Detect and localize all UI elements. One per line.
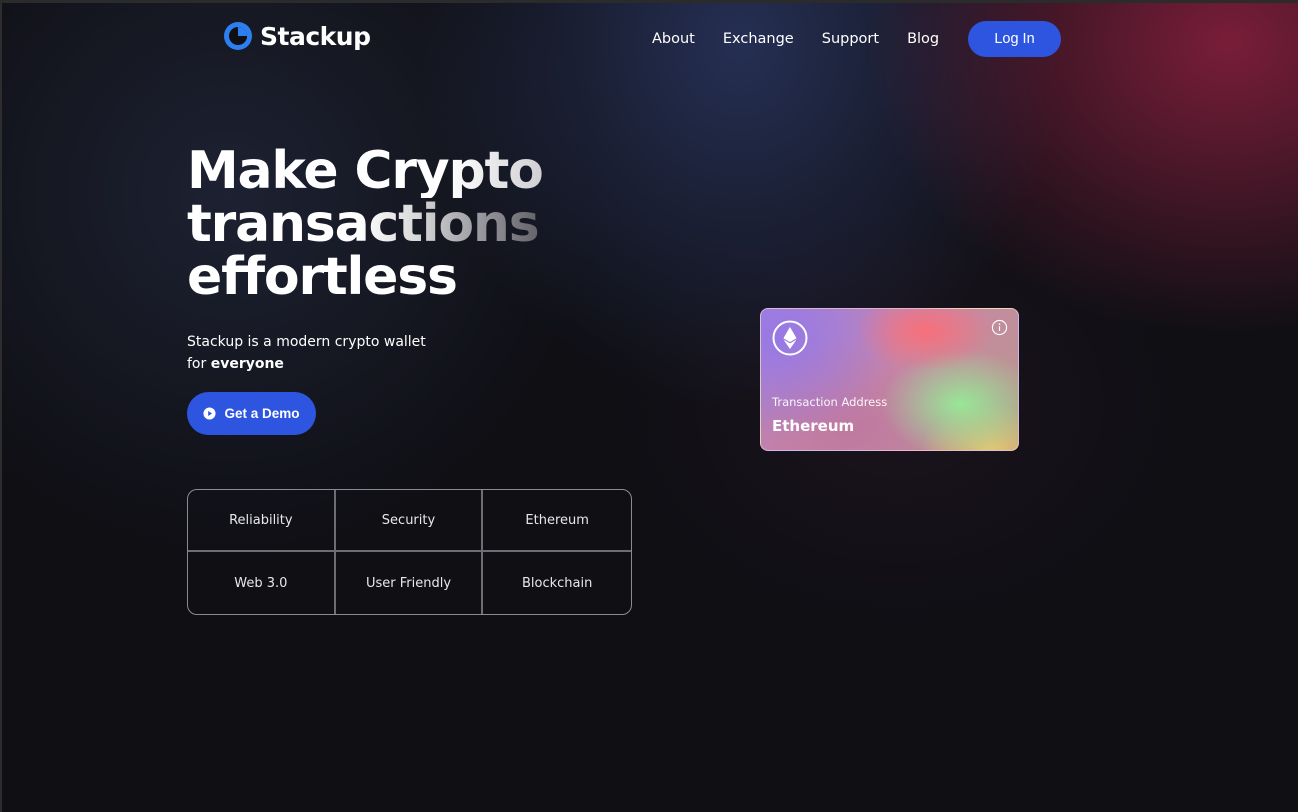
hero-headline: Make Crypto transactions effortless — [187, 141, 544, 307]
feature-ethereum: Ethereum — [483, 490, 631, 552]
nav-link-blog[interactable]: Blog — [907, 29, 939, 49]
hero-headline-line-2: transactions — [187, 198, 543, 251]
main-nav: About Exchange Support Blog — [652, 29, 939, 49]
play-circle-icon — [203, 407, 217, 420]
feature-web3: Web 3.0 — [188, 552, 336, 614]
hero-headline-line-1: Make Crypto — [187, 141, 544, 201]
ethereum-icon — [772, 320, 808, 356]
nav-link-exchange[interactable]: Exchange — [723, 29, 794, 49]
hero-subtitle-line-1: Stackup is a modern crypto wallet — [187, 334, 426, 350]
login-button[interactable]: Log In — [968, 21, 1061, 57]
hero-subtitle-emphasis: everyone — [210, 356, 284, 372]
feature-user-friendly: User Friendly — [336, 552, 484, 614]
nav-link-about[interactable]: About — [652, 29, 695, 49]
card-label: Transaction Address — [772, 395, 888, 409]
hero-subtitle: Stackup is a modern crypto wallet for ev… — [187, 331, 426, 375]
feature-blockchain: Blockchain — [521, 575, 593, 591]
stackup-logo-icon — [224, 22, 252, 50]
feature-security: Security — [335, 490, 484, 552]
brand-logo[interactable]: Stackup — [222, 20, 371, 52]
get-demo-button[interactable]: Get a Demo — [187, 392, 316, 435]
brand-name: Stackup — [260, 21, 371, 51]
hero-headline-line-3: effortless — [187, 247, 458, 307]
feature-reliability: Reliability — [188, 490, 336, 552]
get-demo-label: Get a Demo — [224, 406, 300, 421]
hero-subtitle-prefix: for — [187, 356, 211, 372]
card-value: Ethereum — [772, 417, 855, 435]
landing-page: Stackup About Exchange Support Blog Log … — [0, 0, 1298, 812]
nav-link-support[interactable]: Support — [822, 29, 879, 49]
info-icon[interactable] — [991, 319, 1008, 336]
feature-grid: Reliability Security Ethereum Web 3.0 Us… — [187, 489, 632, 615]
transaction-card[interactable]: Transaction Address Ethereum — [760, 308, 1019, 451]
